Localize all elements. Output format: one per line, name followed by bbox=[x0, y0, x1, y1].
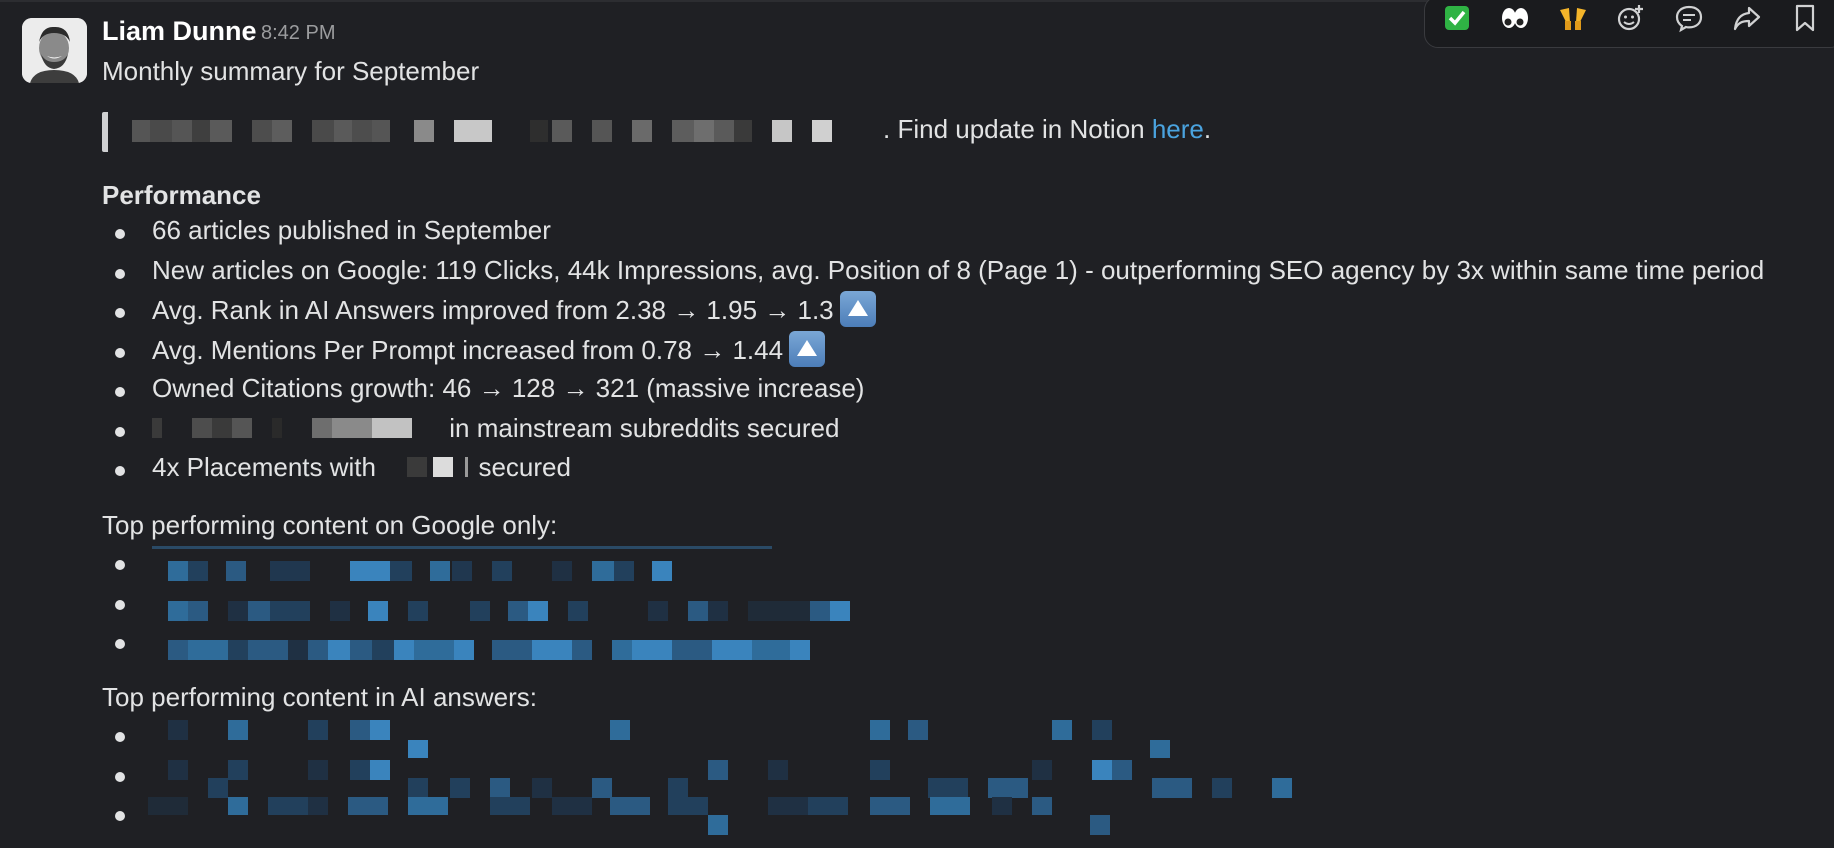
ai-content-heading: Top performing content in AI answers: bbox=[102, 682, 538, 712]
notion-link[interactable]: here bbox=[1152, 114, 1204, 144]
reply-thread-icon[interactable] bbox=[1671, 1, 1707, 35]
quote-end: . bbox=[1203, 114, 1212, 144]
quote-suffix: . Find update in Notion bbox=[883, 114, 1152, 144]
redacted-text bbox=[152, 417, 442, 438]
bullet-icon bbox=[115, 811, 125, 821]
avatar[interactable] bbox=[22, 18, 87, 83]
redacted-text bbox=[387, 457, 471, 478]
up-arrow-icon bbox=[839, 291, 876, 327]
eyes-icon[interactable] bbox=[1497, 1, 1533, 35]
slack-message: Liam Dunne 8:42 PM Monthly summary for S… bbox=[0, 0, 1834, 848]
bullet-icon bbox=[115, 599, 125, 610]
bookmark-icon[interactable] bbox=[1787, 1, 1823, 35]
forward-icon[interactable] bbox=[1729, 1, 1765, 35]
up-arrow-icon bbox=[789, 330, 826, 367]
bullet-icon bbox=[115, 426, 125, 437]
google-content-heading: Top performing content on Google only: bbox=[102, 510, 558, 540]
list-item-text: Avg. Mentions Per Prompt increased from … bbox=[152, 334, 784, 365]
message-title: Monthly summary for September bbox=[102, 56, 480, 86]
message-timestamp[interactable]: 8:42 PM bbox=[261, 22, 335, 45]
bullet-icon bbox=[115, 466, 125, 476]
bullet-icon bbox=[115, 387, 125, 397]
check-mark-icon[interactable] bbox=[1439, 1, 1475, 35]
list-item-text: Avg. Rank in AI Answers improved from 2.… bbox=[152, 294, 834, 325]
bullet-icon bbox=[115, 560, 125, 570]
quote-block: . Find update in Notion here. bbox=[102, 112, 1308, 152]
bullet-icon bbox=[115, 229, 125, 239]
list-item-text: New articles on Google: 119 Clicks, 44k … bbox=[152, 254, 1765, 285]
bullet-icon bbox=[115, 268, 125, 279]
add-reaction-icon[interactable] bbox=[1613, 1, 1649, 35]
list-item-text: Owned Citations growth: 46 → 128 → 321 (… bbox=[152, 373, 865, 403]
bullet-icon bbox=[115, 639, 125, 649]
list-item-text: secured bbox=[478, 452, 571, 482]
bullet-icon bbox=[115, 771, 125, 782]
performance-heading: Performance bbox=[102, 180, 261, 210]
author-name[interactable]: Liam Dunne bbox=[102, 16, 257, 47]
raised-hands-icon[interactable] bbox=[1555, 1, 1591, 35]
list-item-text: in mainstream subreddits secured bbox=[449, 412, 840, 443]
quote-text: . Find update in Notion here. bbox=[883, 114, 1211, 145]
list-item-text: 66 articles published in September bbox=[152, 215, 551, 245]
bullet-icon bbox=[115, 308, 125, 318]
message-actions-toolbar bbox=[1424, 0, 1834, 48]
list-item-text: 4x Placements with bbox=[152, 452, 376, 482]
bullet-icon bbox=[115, 347, 125, 358]
bullet-icon bbox=[115, 732, 125, 742]
